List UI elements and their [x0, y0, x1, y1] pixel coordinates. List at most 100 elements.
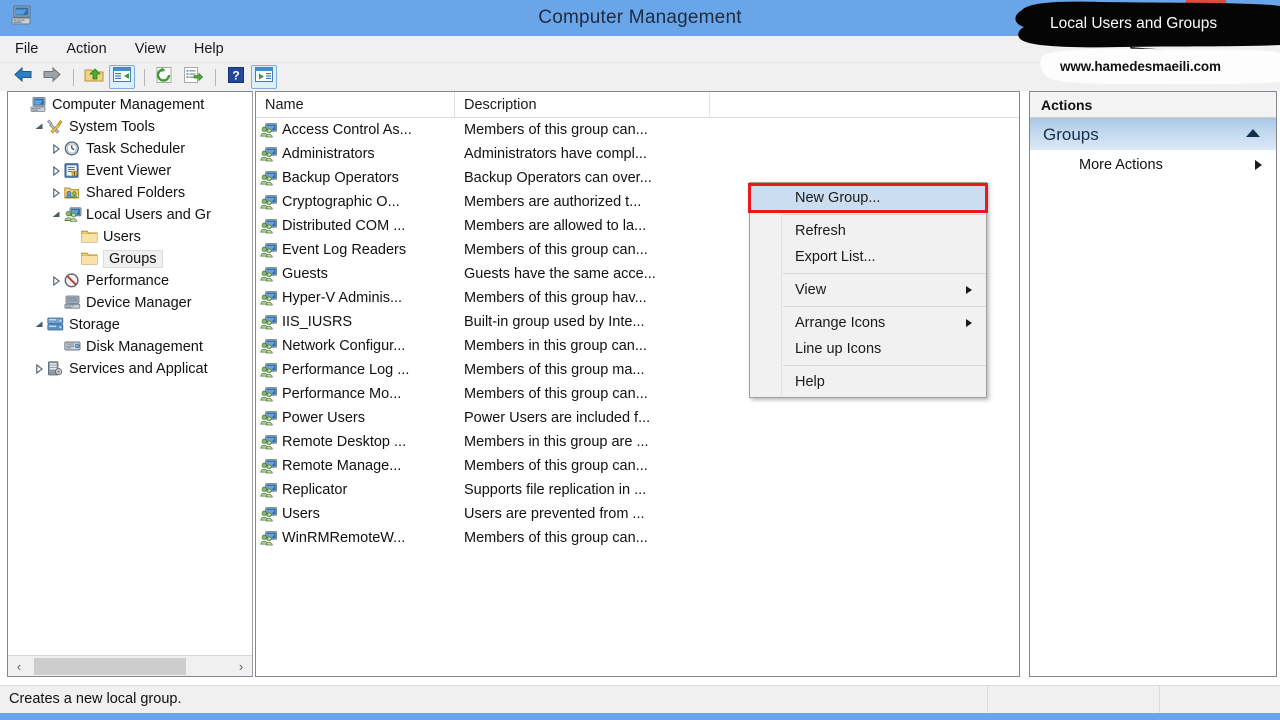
table-row[interactable]: WinRMRemoteW... Members of this group can… [256, 526, 1019, 550]
action-more-actions[interactable]: More Actions [1030, 151, 1276, 179]
tree-node-device-manager[interactable]: Device Manager [8, 292, 252, 314]
tree-node-computer-management[interactable]: Computer Management [8, 94, 252, 116]
group-description-cell: Members of this group can... [464, 122, 648, 138]
tree-node-services-and-applicat[interactable]: Services and Applicat [8, 358, 252, 380]
folder-icon [81, 251, 99, 267]
show-hide-action-pane-button[interactable] [251, 65, 277, 89]
group-description-cell: Members are authorized t... [464, 194, 642, 210]
group-description-cell: Members of this group can... [464, 386, 648, 402]
tree-node-performance[interactable]: Performance [8, 270, 252, 292]
clock-icon [64, 141, 82, 157]
console-tree[interactable]: Computer Management System Tools Task Sche… [8, 92, 252, 655]
group-icon [260, 194, 277, 210]
group-name-cell: Network Configur... [282, 338, 406, 354]
menu-bar: File Action View Help [0, 36, 1280, 63]
collapse-triangle-icon[interactable] [48, 207, 64, 223]
system-tools-icon [47, 119, 65, 135]
tree-node-shared-folders[interactable]: Shared Folders [8, 182, 252, 204]
table-row[interactable]: Replicator Supports file replication in .… [256, 478, 1019, 502]
disk-management-icon [64, 339, 82, 355]
status-segment-3 [1160, 686, 1280, 713]
context-menu-separator [783, 214, 986, 215]
expand-triangle-icon[interactable] [48, 163, 64, 179]
tree-node-label: Services and Applicat [69, 361, 208, 377]
refresh-icon [156, 66, 175, 88]
up-one-level-button[interactable] [81, 65, 107, 89]
context-menu-item-label: New Group... [795, 190, 881, 206]
help-button[interactable]: ? [223, 65, 249, 89]
table-row[interactable]: Remote Desktop ... Members in this group … [256, 430, 1019, 454]
actions-section-groups[interactable]: Groups [1030, 118, 1276, 151]
tree-node-system-tools[interactable]: System Tools [8, 116, 252, 138]
table-row[interactable]: Remote Manage... Members of this group ca… [256, 454, 1019, 478]
export-list-icon [183, 66, 203, 88]
tree-node-groups[interactable]: Groups [8, 248, 252, 270]
tree-node-users[interactable]: Users [8, 226, 252, 248]
table-row[interactable]: Access Control As... Members of this grou… [256, 118, 1019, 142]
table-row[interactable]: Administrators Administrators have compl.… [256, 142, 1019, 166]
group-icon [260, 434, 277, 450]
forward-button[interactable] [38, 65, 64, 89]
tree-node-label: Shared Folders [86, 185, 186, 201]
scroll-right-arrow-icon[interactable]: › [230, 656, 252, 676]
ctx-new-group[interactable]: New Group... [748, 183, 988, 213]
context-menu-item-label: Export List... [795, 249, 876, 265]
context-menu[interactable]: New Group... Refresh Export List... View… [748, 182, 988, 398]
tree-node-disk-management[interactable]: Disk Management [8, 336, 252, 358]
group-description-cell: Members of this group ma... [464, 362, 645, 378]
context-menu-separator [783, 365, 986, 366]
collapse-triangle-icon[interactable] [31, 119, 47, 135]
console-tree-pane: Computer Management System Tools Task Sche… [7, 91, 253, 677]
window-title: Computer Management [538, 7, 742, 28]
ctx-refresh[interactable]: Refresh [750, 218, 986, 244]
tree-node-label: Storage [69, 317, 120, 333]
column-header-blank[interactable] [710, 92, 1019, 118]
context-menu-item-label: Refresh [795, 223, 846, 239]
group-icon [260, 410, 277, 426]
group-name-cell: Guests [282, 266, 328, 282]
refresh-button[interactable] [152, 65, 178, 89]
tree-node-task-scheduler[interactable]: Task Scheduler [8, 138, 252, 160]
ctx-help[interactable]: Help [750, 369, 986, 395]
table-row[interactable]: Power Users Power Users are included f... [256, 406, 1019, 430]
context-menu-item-label: Help [795, 374, 825, 390]
group-description-cell: Members of this group hav... [464, 290, 647, 306]
group-icon [260, 290, 277, 306]
group-description-cell: Members of this group can... [464, 530, 648, 546]
scrollbar-thumb[interactable] [34, 658, 186, 675]
device-manager-icon [64, 295, 82, 311]
expand-triangle-icon[interactable] [48, 141, 64, 157]
export-list-button[interactable] [180, 65, 206, 89]
group-icon [260, 458, 277, 474]
menu-help[interactable]: Help [193, 38, 238, 61]
ctx-export-list[interactable]: Export List... [750, 244, 986, 270]
computer-management-icon [30, 97, 48, 113]
tree-node-storage[interactable]: Storage [8, 314, 252, 336]
ctx-view[interactable]: View [750, 277, 986, 303]
group-icon [260, 170, 277, 186]
ctx-arrange-icons[interactable]: Arrange Icons [750, 310, 986, 336]
column-header-name[interactable]: Name [256, 92, 455, 118]
tree-node-local-users-and-gr[interactable]: Local Users and Gr [8, 204, 252, 226]
expand-triangle-icon[interactable] [48, 185, 64, 201]
collapse-triangle-icon[interactable] [31, 317, 47, 333]
table-row[interactable]: Users Users are prevented from ... [256, 502, 1019, 526]
menu-view[interactable]: View [134, 38, 180, 61]
column-header-description[interactable]: Description [455, 92, 710, 118]
tree-node-event-viewer[interactable]: Event Viewer [8, 160, 252, 182]
menu-action[interactable]: Action [65, 38, 120, 61]
group-description-cell: Supports file replication in ... [464, 482, 647, 498]
chevron-up-icon[interactable] [1246, 129, 1260, 137]
scroll-left-arrow-icon[interactable]: ‹ [8, 656, 30, 676]
ctx-line-up-icons[interactable]: Line up Icons [750, 336, 986, 362]
group-name-cell: Administrators [282, 146, 375, 162]
group-description-cell: Built-in group used by Inte... [464, 314, 645, 330]
group-description-cell: Backup Operators can over... [464, 170, 652, 186]
menu-file[interactable]: File [14, 38, 52, 61]
expand-triangle-icon[interactable] [48, 273, 64, 289]
show-hide-console-tree-button[interactable] [109, 65, 135, 89]
expand-triangle-icon[interactable] [31, 361, 47, 377]
tree-horizontal-scrollbar[interactable]: ‹ › [8, 655, 252, 676]
back-button[interactable] [10, 65, 36, 89]
